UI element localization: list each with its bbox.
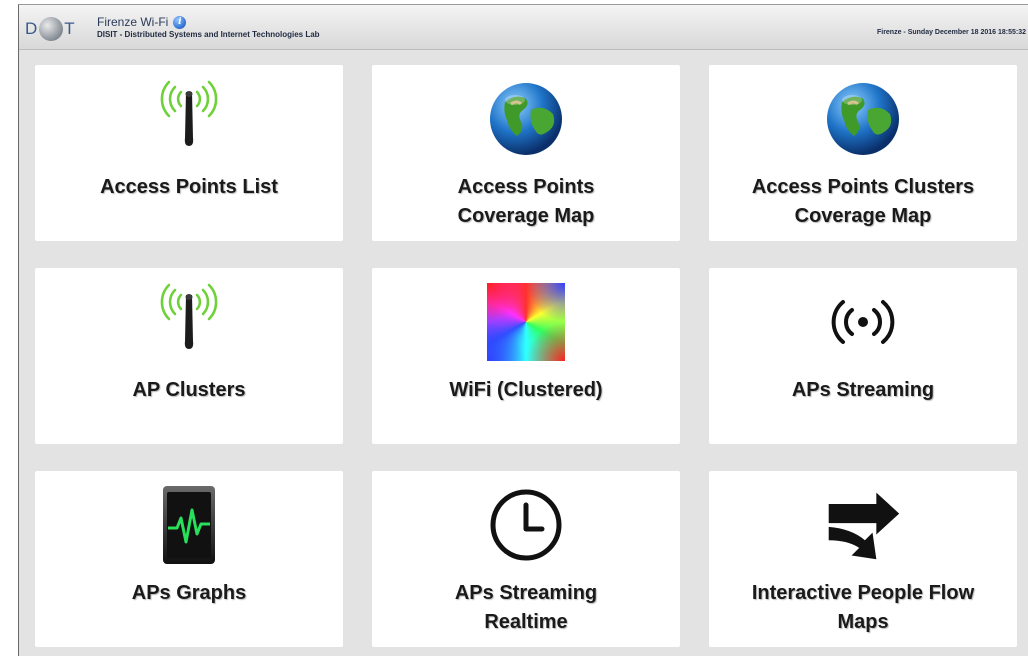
app-window: DT Firenze Wi-Fi i DISIT - Distributed S… — [18, 4, 1028, 656]
disit-logo[interactable]: DT — [25, 15, 76, 43]
globe-icon — [823, 79, 903, 159]
datetime-text: Firenze - Sunday December 18 2016 18:55:… — [876, 29, 1026, 36]
tile-label: AP Clusters — [132, 379, 246, 401]
tile-access-points-list[interactable]: Access Points List — [35, 65, 343, 241]
tile-wifi-clustered[interactable]: WiFi (Clustered) — [372, 268, 680, 444]
tile-aps-graphs[interactable]: APs Graphs — [35, 471, 343, 647]
clock-icon — [486, 485, 566, 565]
app-subtitle: DISIT - Distributed Systems and Internet… — [97, 30, 320, 39]
logo-letters-end: T — [64, 19, 76, 38]
globe-icon — [486, 79, 566, 159]
tile-label: Access Points Coverage Map — [457, 176, 595, 227]
wifi-antenna-icon — [149, 282, 229, 362]
info-icon[interactable]: i — [173, 15, 187, 29]
logo-letters: D — [25, 19, 39, 38]
tile-aps-streaming-realtime[interactable]: APs Streaming Realtime — [372, 471, 680, 647]
tile-aps-streaming[interactable]: APs Streaming — [709, 268, 1017, 444]
pulse-monitor-icon — [149, 485, 229, 565]
tile-label: WiFi (Clustered) — [449, 379, 603, 401]
tile-label: APs Streaming Realtime — [454, 582, 598, 633]
header-bar: DT Firenze Wi-Fi i DISIT - Distributed S… — [19, 5, 1028, 50]
app-title: Firenze Wi-Fi — [97, 15, 169, 29]
tile-ap-clusters[interactable]: AP Clusters — [35, 268, 343, 444]
tile-access-points-coverage-map[interactable]: Access Points Coverage Map — [372, 65, 680, 241]
tile-label: Access Points List — [100, 176, 278, 198]
tile-label: Interactive People Flow Maps — [751, 582, 975, 633]
title-block: Firenze Wi-Fi i DISIT - Distributed Syst… — [97, 15, 320, 39]
logo-globe-icon — [39, 17, 64, 41]
color-gradient-square — [487, 283, 565, 361]
tile-interactive-people-flow-maps[interactable]: Interactive People Flow Maps — [709, 471, 1017, 647]
tile-label: APs Streaming — [791, 379, 935, 401]
color-gradient-icon — [486, 282, 566, 362]
broadcast-icon — [823, 282, 903, 362]
tile-access-points-clusters-coverage-map[interactable]: Access Points Clusters Coverage Map — [709, 65, 1017, 241]
tile-label: Access Points Clusters Coverage Map — [751, 176, 975, 227]
app-title-row: Firenze Wi-Fi i — [97, 15, 320, 29]
wifi-antenna-icon — [149, 79, 229, 159]
tile-label: APs Graphs — [131, 582, 247, 604]
flow-arrows-icon — [823, 485, 903, 565]
